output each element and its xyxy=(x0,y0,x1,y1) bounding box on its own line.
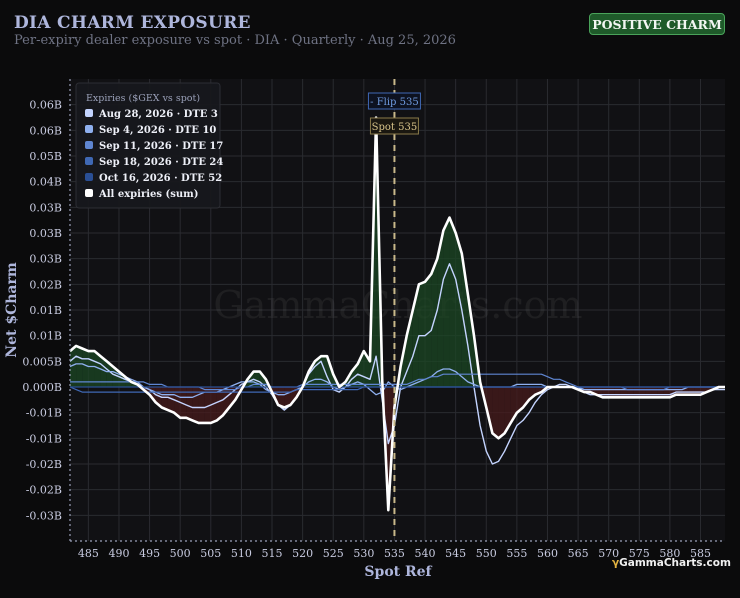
legend-entry: Aug 28, 2026 · DTE 3 xyxy=(98,109,218,120)
x-tick-label: 545 xyxy=(445,547,466,560)
legend-entry: Sep 4, 2026 · DTE 10 xyxy=(99,125,216,136)
charm-chart: GammaCharts.com -0.03B -0.02B -0.02B -0.01B… xyxy=(4,79,725,580)
y-tick-label: -0.02B xyxy=(26,458,62,471)
x-tick-label: 490 xyxy=(108,547,129,560)
sum-fill-segment xyxy=(645,387,652,398)
x-tick-label: 540 xyxy=(415,547,436,560)
y-tick-label: 0.01B xyxy=(29,330,62,343)
y-tick-label: -0.02B xyxy=(26,484,62,497)
y-tick-label: 0.005B xyxy=(22,355,62,368)
y-tick-label: -0.01B xyxy=(26,407,62,420)
x-tick-label: 515 xyxy=(262,547,283,560)
y-tick-label: 0.000B xyxy=(22,381,62,394)
x-tick-label: 525 xyxy=(323,547,344,560)
legend-entry: Oct 16, 2026 · DTE 52 xyxy=(99,173,222,184)
x-tick-label: 505 xyxy=(200,547,221,560)
legend-swatch xyxy=(85,189,93,197)
x-axis-label: Spot Ref xyxy=(364,564,432,580)
y-tick-label: 0.06B xyxy=(29,124,62,137)
brand-text: GammaCharts.com xyxy=(619,557,731,569)
legend-entry: Sep 18, 2026 · DTE 24 xyxy=(99,157,223,168)
sum-fill-segment xyxy=(455,233,462,387)
y-tick-label: 0.01B xyxy=(29,304,62,317)
legend: Expiries ($GEX vs spot) Aug 28, 2026 · DT… xyxy=(75,82,223,209)
y-tick-label: 0.04B xyxy=(29,176,62,189)
page-title: DIA CHARM EXPOSURE xyxy=(14,13,251,33)
sum-fill-segment xyxy=(602,387,609,398)
brand-logo: γGammaCharts.com xyxy=(612,557,731,569)
sum-fill-segment xyxy=(657,387,664,398)
watermark: GammaCharts.com xyxy=(213,283,582,327)
x-tick-label: 535 xyxy=(384,547,405,560)
sum-fill-segment xyxy=(418,281,426,387)
sum-fill-segment xyxy=(320,356,328,387)
y-tick-label: 0.03B xyxy=(29,227,62,240)
sum-fill-segment xyxy=(443,217,450,387)
spot-label: Spot 535 xyxy=(372,122,418,133)
y-tick-label: -0.03B xyxy=(26,509,62,522)
sum-fill-segment xyxy=(431,258,438,387)
y-axis-label: Net $Charm xyxy=(4,262,20,358)
legend-swatch xyxy=(85,173,93,181)
y-tick-label: 0.06B xyxy=(29,99,62,112)
x-tick-label: 560 xyxy=(537,547,558,560)
y-tick-label: 0.03B xyxy=(29,201,62,214)
legend-swatch xyxy=(85,141,93,149)
x-tick-label: 510 xyxy=(231,547,252,560)
y-tick-label: 0.03B xyxy=(29,253,62,266)
sum-fill-segment xyxy=(651,387,658,398)
x-tick-label: 550 xyxy=(476,547,497,560)
legend-entry: Sep 11, 2026 · DTE 17 xyxy=(99,141,223,152)
sum-fill-segment xyxy=(498,387,505,439)
legend-swatch xyxy=(85,157,93,165)
x-tick-label: 565 xyxy=(568,547,589,560)
charm-status-badge: POSITIVE CHARM xyxy=(589,13,725,35)
legend-swatch xyxy=(85,109,93,117)
sum-fill-segment xyxy=(76,345,83,387)
x-tick-label: 500 xyxy=(170,547,191,560)
sum-fill-segment xyxy=(627,387,634,398)
page-subtitle: Per-expiry dealer exposure vs spot · DIA… xyxy=(14,33,456,48)
x-tick-label: 530 xyxy=(353,547,374,560)
y-tick-label: 0.05B xyxy=(29,150,62,163)
sum-fill-segment xyxy=(614,387,621,398)
legend-entry: All expiries (sum) xyxy=(98,189,198,200)
sum-fill-segment xyxy=(639,387,646,398)
x-tick-label: 485 xyxy=(78,547,99,560)
sum-fill-segment xyxy=(82,348,89,387)
sum-fill-segment xyxy=(608,387,615,398)
x-tick-label: 495 xyxy=(139,547,160,560)
flip-label: - Flip 535 xyxy=(370,97,419,108)
sum-fill-segment xyxy=(633,387,640,398)
x-tick-label: 555 xyxy=(506,547,527,560)
legend-title: Expiries ($GEX vs spot) xyxy=(86,93,200,104)
legend-swatch xyxy=(85,125,93,133)
y-tick-label: -0.01B xyxy=(26,432,62,445)
x-tick-label: 520 xyxy=(292,547,313,560)
y-tick-label: 0.02B xyxy=(29,278,62,291)
sum-fill-segment xyxy=(449,217,456,387)
sum-fill-segment xyxy=(492,387,499,439)
